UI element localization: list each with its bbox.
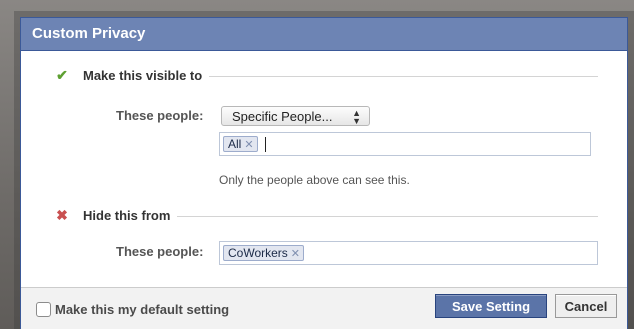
visible-people-input[interactable]: All ✕ — [219, 132, 591, 156]
dialog-footer: Make this my default setting Save Settin… — [21, 287, 627, 329]
visible-people-label: These people: — [116, 108, 204, 123]
token-coworkers: CoWorkers ✕ — [223, 245, 305, 261]
hide-people-label: These people: — [116, 244, 204, 259]
save-setting-button[interactable]: Save Setting — [435, 294, 547, 318]
custom-privacy-dialog: Custom Privacy ✔ Make this visible to Th… — [20, 17, 628, 329]
audience-select[interactable]: Specific People... ▲ ▼ — [221, 106, 370, 126]
default-setting-option[interactable]: Make this my default setting — [36, 302, 229, 317]
default-setting-checkbox[interactable] — [36, 302, 51, 317]
visibility-hint: Only the people above can see this. — [219, 173, 410, 187]
remove-token-icon[interactable]: ✕ — [291, 247, 300, 260]
token-label: All — [228, 137, 242, 151]
remove-token-icon[interactable]: ✕ — [244, 138, 253, 151]
visible-section-header: ✔ Make this visible to — [54, 67, 598, 83]
token-label: CoWorkers — [228, 246, 288, 260]
x-icon: ✖ — [56, 206, 68, 223]
section-divider — [177, 215, 598, 217]
token-all: All ✕ — [223, 136, 258, 152]
text-cursor — [264, 136, 266, 152]
visible-section-title: Make this visible to — [83, 67, 203, 83]
section-divider — [209, 75, 598, 77]
audience-select-value: Specific People... — [232, 109, 333, 124]
cancel-button[interactable]: Cancel — [555, 294, 617, 318]
select-arrows-icon: ▲ ▼ — [352, 107, 361, 126]
dialog-title: Custom Privacy — [21, 18, 627, 51]
check-icon: ✔ — [56, 66, 68, 83]
hide-people-input[interactable]: CoWorkers ✕ — [219, 241, 598, 265]
hide-section-title: Hide this from — [83, 207, 171, 223]
default-setting-label: Make this my default setting — [55, 302, 230, 317]
hide-section-header: ✖ Hide this from — [54, 207, 598, 223]
